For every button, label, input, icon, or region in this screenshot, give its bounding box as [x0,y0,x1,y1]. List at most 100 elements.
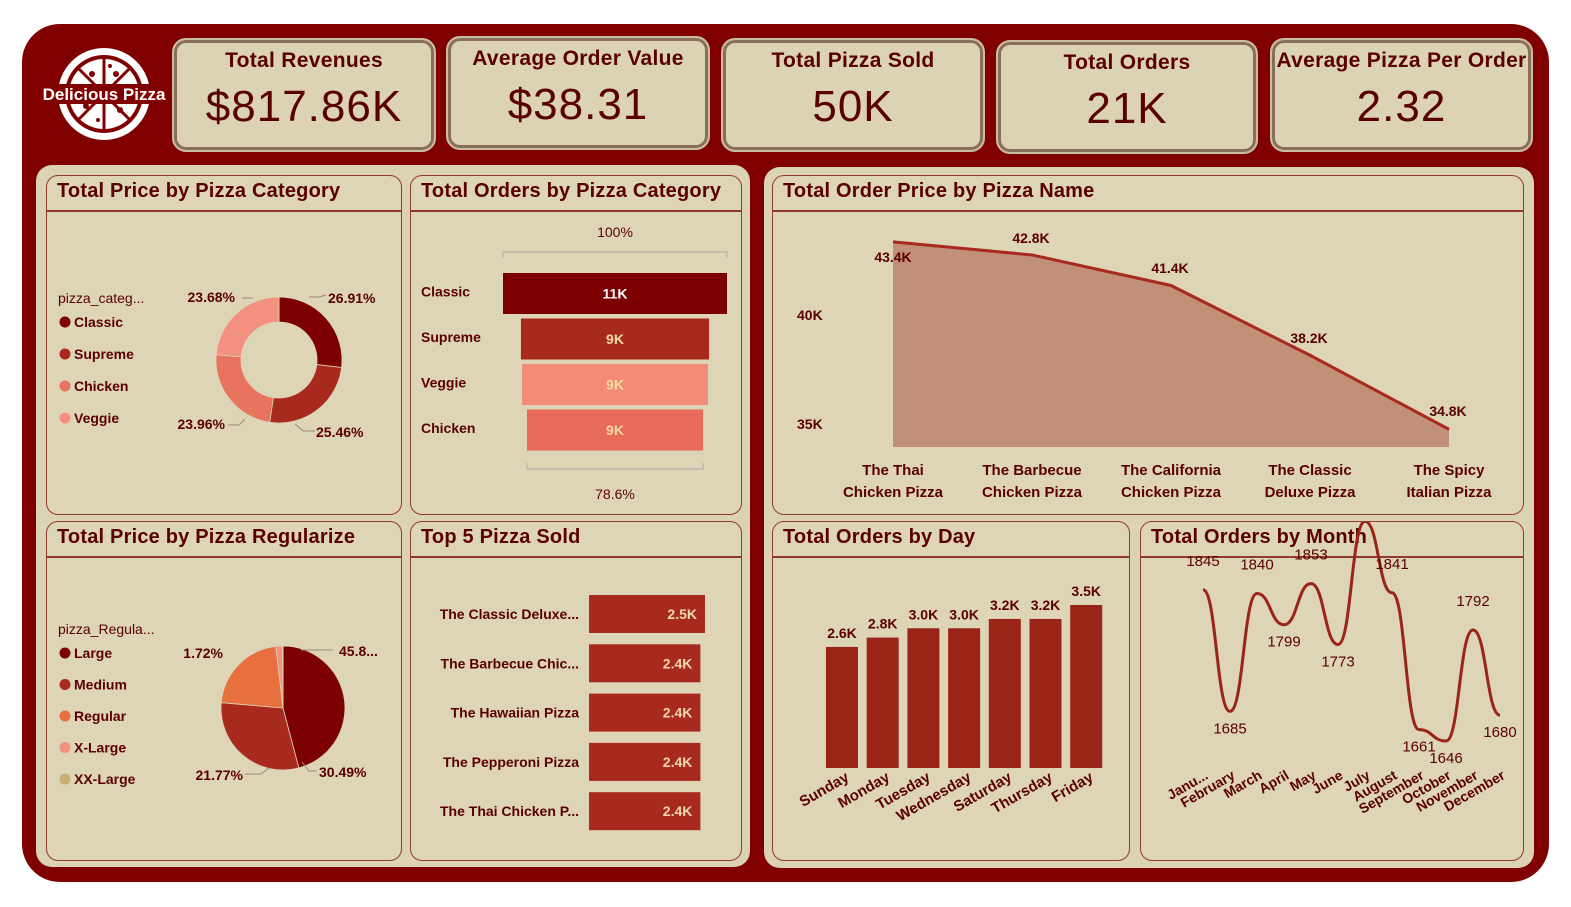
kpi-title: Total Orders [1063,51,1191,74]
data-label: 42.8K [1012,230,1049,246]
bar-sunday [826,646,858,768]
kpi-total-pizza-sold: Total Pizza Sold 50K [721,38,985,152]
data-label: 3.2K [1031,597,1061,613]
data-label: 11K [603,286,628,302]
legend-marker [59,412,71,424]
funnel-bottom-percent: 78.6% [595,486,635,502]
data-label: 1845 [1186,553,1219,570]
category-label: The Pepperoni Pizza [443,754,579,770]
category-label: The Classic Deluxe... [440,606,579,622]
kpi-title: Average Order Value [472,47,684,70]
data-label: 2.4K [663,655,693,671]
legend-title: pizza_categ... [58,290,144,306]
data-label: 1680 [1483,724,1516,741]
data-label: 1841 [1375,556,1408,573]
data-label-leader [228,418,246,426]
legend-item-large: Large [74,645,112,661]
data-label: 1.72% [183,645,223,661]
pie-slice-veggie [215,296,280,358]
data-label: 30.49% [319,764,367,780]
panel-price-by-name: Total Order Price by Pizza Name 40K 35K 43… [772,175,1524,515]
funnel-bracket-top [502,251,728,258]
x-tick-label: Deluxe Pizza [1265,484,1357,501]
bar-saturday [988,618,1021,768]
data-label: 23.68% [188,289,236,305]
pizza-logo: Delicious Pizza [43,48,166,140]
x-tick-label: The Barbecue [982,462,1081,479]
bar-thursday [1029,618,1062,768]
data-label: 2.4K [663,754,693,770]
data-label: 2.5K [667,606,697,622]
x-tick-label: April [1256,767,1292,797]
chart-price-by-size: pizza_Regula... Large Medium Regular X-Large… [58,621,378,787]
x-tick-label: The California [1121,462,1222,479]
panel-price-by-size: Total Price by Pizza Regularize pizza_Re… [46,521,402,861]
chart-price-by-name: 40K 35K 43.4K 42.8K 41.4K 38.2K 34.8K The Thai C… [797,230,1492,501]
data-label-leader [245,767,270,775]
legend-marker [59,742,71,753]
kpi-total-revenues: Total Revenues $817.86K [172,38,436,152]
legend-item-chicken: Chicken [74,378,128,394]
panel-orders-by-month: Total Orders by Month 1845 1685 1840 1799 18… [1140,521,1524,861]
data-label: 45.8... [339,643,378,659]
category-label: Chicken [421,420,475,436]
legend-item-x-large: X-Large [74,740,126,756]
data-label: 1773 [1321,653,1354,670]
y-tick-label: 35K [797,416,823,432]
legend-item-supreme: Supreme [74,346,134,362]
funnel-bracket-bottom [526,463,704,470]
pie-slice-chicken [215,354,274,423]
chart-orders-by-day: 2.6KSunday2.8KMonday3.0KTuesday3.0KWedne… [797,583,1103,825]
data-label: 3.2K [990,597,1020,613]
x-tick-label: Chicken Pizza [982,484,1083,501]
data-label-leader [309,294,327,298]
data-label: 1840 [1240,557,1273,574]
kpi-value: 21K [1086,84,1168,133]
kpi-value: $38.31 [507,80,649,129]
x-tick-label: The Spicy [1414,462,1486,479]
data-label: 21.77% [196,767,244,783]
category-label: Supreme [421,329,481,345]
data-label: 26.91% [328,290,376,306]
pie-slice-classic [278,296,343,368]
kpi-value: $817.86K [205,82,403,131]
x-tick-label: Friday [1049,768,1097,806]
data-label: 2.6K [827,625,857,641]
data-label: 1792 [1456,593,1489,610]
kpi-title: Average Pizza Per Order [1276,49,1527,72]
x-tick-label: Chicken Pizza [1121,484,1222,501]
legend-title: pizza_Regula... [58,621,155,637]
legend-item-medium: Medium [74,677,127,693]
data-label: 3.5K [1071,583,1101,599]
x-tick-label: The Classic [1268,462,1351,479]
legend-marker [59,710,71,722]
data-label: 1799 [1267,634,1300,651]
legend-marker [59,679,71,690]
legend-item-xx-large: XX-Large [74,771,136,787]
kpi-total-orders: Total Orders 21K [996,40,1258,154]
chart-top5-sold: 2.5K The Classic Deluxe... 2.4K The Barbecu… [440,595,705,831]
y-tick-label: 40K [797,307,823,323]
legend-marker [59,647,71,659]
kpi-title: Total Revenues [225,49,383,72]
bar-friday [1070,605,1103,768]
bar-tuesday [907,628,940,768]
legend-marker [59,380,71,392]
data-label: 41.4K [1151,260,1188,276]
data-label: 9K [606,331,624,347]
legend-item-regular: Regular [74,708,127,724]
panel-price-by-category: Total Price by Pizza Category pizza_cate… [46,175,402,515]
category-label: Classic [421,284,470,300]
data-label: 2.4K [663,705,693,721]
kpi-value: 2.32 [1356,82,1447,131]
chart-orders-by-month: 1845168518401799185317731935184116611646… [1164,522,1517,817]
pie-slice-supreme [269,364,342,424]
bar-wednesday [948,628,981,768]
panel-orders-by-category: Total Orders by Pizza Category 100% 11K Cl… [410,175,742,515]
data-label: 34.8K [1429,403,1466,419]
legend-item-classic: Classic [74,314,123,330]
funnel-top-percent: 100% [597,224,633,240]
category-label: The Thai Chicken P... [440,803,579,819]
legend-item-veggie: Veggie [74,410,119,426]
category-label: The Hawaiian Pizza [451,705,580,721]
